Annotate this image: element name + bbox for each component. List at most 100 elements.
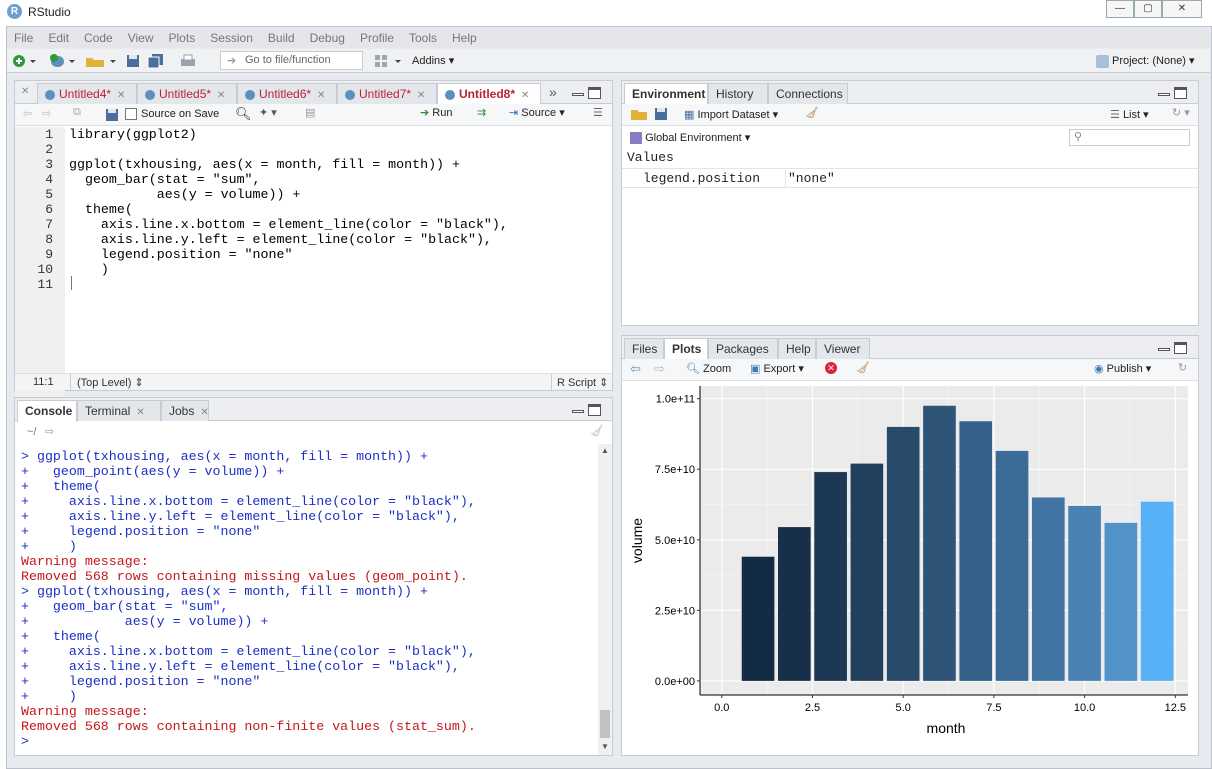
file-type-selector[interactable]: R Script ⇕ (557, 376, 608, 389)
new-file-button[interactable] (12, 53, 38, 69)
maximize-window-button[interactable]: ▢ (1134, 0, 1162, 18)
tab-viewer[interactable]: Viewer (816, 338, 870, 359)
show-in-window-icon[interactable]: ⧉ (73, 106, 81, 119)
save-workspace-icon[interactable] (654, 107, 668, 121)
r-file-icon (145, 89, 155, 100)
maximize-pane-icon[interactable] (588, 87, 601, 99)
tab-untitled8[interactable]: Untitled8* ✕ (437, 83, 541, 105)
goto-file-function-input[interactable]: ➔ Go to file/function (220, 51, 363, 70)
menu-help[interactable]: Help (452, 28, 477, 48)
close-tab-icon[interactable]: ✕ (117, 90, 125, 101)
save-button[interactable] (125, 53, 141, 69)
menu-view[interactable]: View (128, 28, 154, 48)
close-tab-icon[interactable]: ✕ (21, 86, 29, 97)
close-tab-icon[interactable]: ✕ (417, 90, 425, 101)
document-outline-icon[interactable]: ☰ (593, 106, 603, 119)
import-dataset-menu[interactable]: ▦ Import Dataset ▾ (684, 108, 778, 121)
export-image-icon: ▣ (750, 363, 761, 375)
find-replace-icon[interactable]: 🔍︎ (235, 106, 252, 122)
tab-untitled5[interactable]: Untitled5* ✕ (137, 83, 237, 104)
maximize-pane-icon[interactable] (1174, 87, 1187, 99)
tab-help[interactable]: Help (778, 338, 816, 359)
tab-terminal[interactable]: Terminal ✕ (77, 400, 161, 421)
environment-value-row[interactable]: legend.position "none" (622, 170, 1198, 188)
menu-code[interactable]: Code (84, 28, 113, 48)
environment-search-input[interactable]: ⚲ (1069, 129, 1190, 146)
export-menu[interactable]: ▣ Export ▾ (750, 362, 804, 375)
close-tab-icon[interactable]: ✕ (217, 90, 225, 101)
clear-workspace-broom-icon[interactable]: 🧹︎ (805, 106, 819, 119)
print-button[interactable] (179, 53, 197, 69)
console-scrollbar[interactable]: ▲ ▼ (598, 444, 612, 755)
close-tab-icon[interactable]: ✕ (136, 407, 144, 418)
tab-untitled7[interactable]: Untitled7* ✕ (337, 83, 437, 104)
minimize-pane-icon[interactable] (1158, 93, 1170, 96)
maximize-pane-icon[interactable] (1174, 342, 1187, 354)
rerun-icon[interactable]: ⇉ (477, 106, 486, 119)
save-all-button[interactable] (147, 53, 165, 69)
project-menu[interactable]: Project: (None) ▾ (1096, 53, 1195, 69)
previous-plot-icon[interactable]: ⇦ (630, 361, 641, 377)
scroll-down-icon[interactable]: ▼ (601, 742, 609, 751)
minimize-pane-icon[interactable] (572, 410, 584, 413)
global-environment-menu[interactable]: Global Environment ▾ (630, 131, 750, 145)
tab-jobs[interactable]: Jobs ✕ (161, 400, 209, 421)
save-file-icon[interactable] (105, 108, 119, 122)
close-tab-icon[interactable]: ✕ (200, 407, 208, 418)
menu-file[interactable]: File (14, 28, 33, 48)
scroll-up-icon[interactable]: ▲ (601, 446, 609, 455)
tab-plots[interactable]: Plots (664, 338, 708, 360)
remove-plot-icon[interactable]: ✕ (825, 362, 837, 374)
back-arrow-icon[interactable]: ⇦ (23, 107, 32, 120)
refresh-icon[interactable]: ↻ ▾ (1172, 106, 1190, 119)
clear-console-broom-icon[interactable]: 🧹︎ (590, 424, 604, 437)
new-project-button[interactable] (49, 53, 75, 69)
minimize-pane-icon[interactable] (572, 93, 584, 96)
list-view-menu[interactable]: ☰ List ▾ (1110, 108, 1149, 121)
clear-plots-broom-icon[interactable]: 🧹︎ (856, 361, 870, 374)
next-plot-icon[interactable]: ⇨ (654, 361, 665, 377)
environment-tab-bar: Environment History Connections (622, 81, 1198, 105)
zoom-button[interactable]: 🔍︎ Zoom (686, 362, 731, 375)
forward-arrow-icon[interactable]: ⇨ (42, 107, 51, 120)
working-directory[interactable]: ~/ (27, 426, 36, 438)
variable-value: "none" (788, 171, 835, 186)
tab-untitled6[interactable]: Untitled6* ✕ (237, 83, 337, 104)
menu-plots[interactable]: Plots (169, 28, 196, 48)
menu-profile[interactable]: Profile (360, 28, 394, 48)
tab-connections[interactable]: Connections (768, 83, 848, 104)
menu-build[interactable]: Build (268, 28, 295, 48)
menu-session[interactable]: Session (210, 28, 253, 48)
compile-report-icon[interactable]: ▤ (305, 106, 315, 119)
scrollbar-thumb[interactable] (600, 710, 610, 738)
maximize-pane-icon[interactable] (588, 404, 601, 416)
grid-layout-button[interactable] (373, 53, 403, 69)
minimize-pane-icon[interactable] (1158, 348, 1170, 351)
menu-debug[interactable]: Debug (310, 28, 345, 48)
close-window-button[interactable]: ✕ (1162, 0, 1202, 18)
close-tab-icon[interactable]: ✕ (317, 90, 325, 101)
more-tabs-icon[interactable]: » (549, 84, 557, 100)
source-button[interactable]: ⇥ Source ▾ (509, 106, 565, 119)
menu-tools[interactable]: Tools (409, 28, 437, 48)
minimize-window-button[interactable]: — (1106, 0, 1134, 18)
source-on-save-checkbox[interactable] (125, 108, 137, 120)
tab-untitled4[interactable]: Untitled4* ✕ (37, 83, 137, 104)
tab-environment[interactable]: Environment (624, 83, 708, 105)
tab-console[interactable]: Console (17, 400, 77, 422)
tab-files[interactable]: Files (624, 338, 664, 359)
go-to-directory-icon[interactable]: ⇨ (45, 425, 54, 438)
publish-menu[interactable]: ◉ Publish ▾ (1094, 362, 1151, 375)
scope-selector[interactable]: (Top Level) ⇕ (77, 376, 144, 389)
menu-edit[interactable]: Edit (48, 28, 69, 48)
addins-menu[interactable]: Addins ▾ (412, 53, 454, 69)
code-tools-wand-icon[interactable]: ✦ ▾ (259, 106, 277, 119)
close-tab-icon[interactable]: ✕ (521, 90, 529, 101)
r-file-icon (445, 89, 455, 100)
tab-packages[interactable]: Packages (708, 338, 778, 359)
tab-history[interactable]: History (708, 83, 768, 104)
refresh-plot-icon[interactable]: ↻ (1178, 361, 1187, 374)
run-button[interactable]: ➔ Run (420, 106, 452, 119)
open-file-button[interactable] (84, 53, 118, 69)
load-workspace-icon[interactable] (630, 107, 648, 121)
